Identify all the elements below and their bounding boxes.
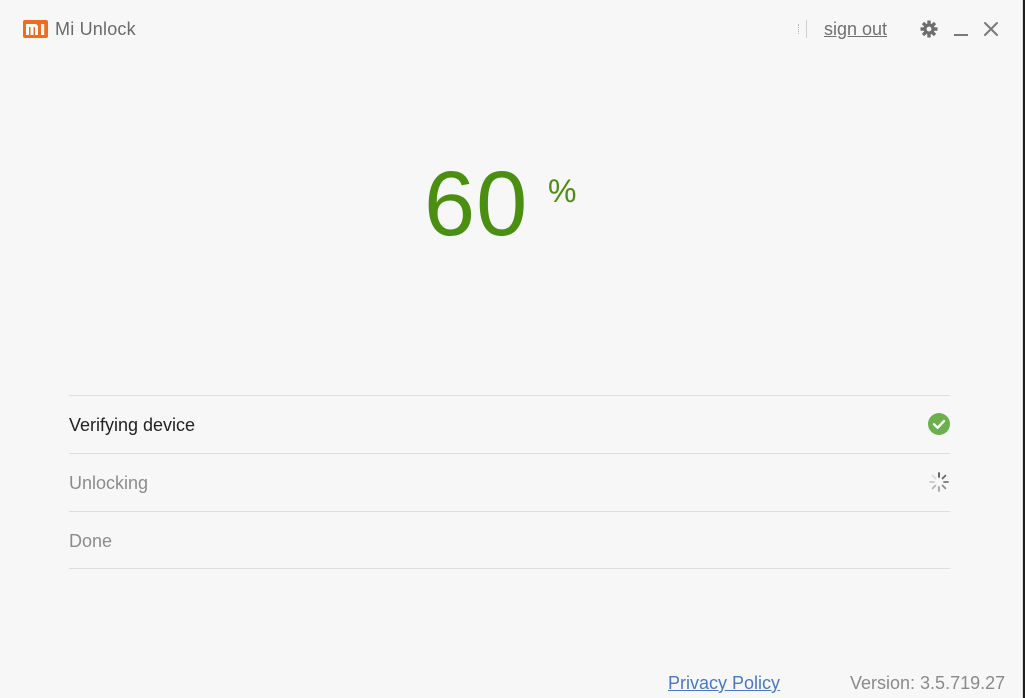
check-circle-icon xyxy=(928,413,950,435)
gear-icon[interactable] xyxy=(919,19,939,39)
titlebar-separator xyxy=(806,20,807,38)
minimize-icon[interactable] xyxy=(951,19,971,39)
sign-out-link[interactable]: sign out xyxy=(824,19,887,40)
step-label: Verifying device xyxy=(69,415,196,435)
titlebar-separator-dots xyxy=(798,24,800,34)
progress-percent-value: 60 xyxy=(424,153,529,255)
version-label: Version: 3.5.719.27 xyxy=(850,673,1006,693)
app-title: Mi Unlock xyxy=(55,19,136,39)
mi-logo-icon xyxy=(23,20,48,38)
title-bar: Mi Unlock sign out xyxy=(0,0,1023,60)
close-icon[interactable] xyxy=(981,19,1001,39)
spinner-icon xyxy=(929,472,949,492)
step-label: Unlocking xyxy=(69,473,149,493)
step-label: Done xyxy=(69,531,113,551)
step-unlocking: Unlocking xyxy=(69,453,950,511)
progress-percent-sign: % xyxy=(548,173,577,209)
privacy-policy-link[interactable]: Privacy Policy xyxy=(668,673,780,694)
mi-unlock-window: Mi Unlock sign out 60 % Verifying device… xyxy=(0,0,1023,698)
unlock-steps-list: Verifying device Unlocking Done xyxy=(69,395,950,569)
step-verifying-device: Verifying device xyxy=(69,395,950,453)
step-done: Done xyxy=(69,511,950,569)
